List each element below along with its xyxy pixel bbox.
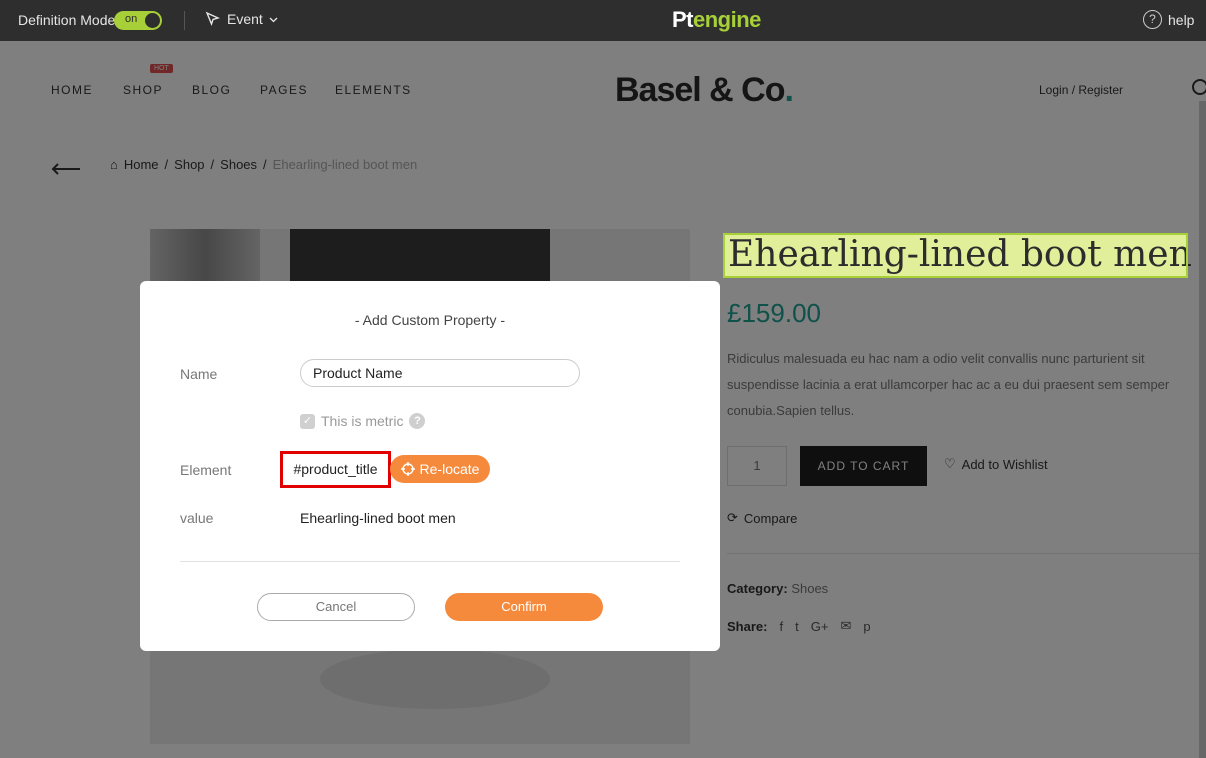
definition-mode-toggle[interactable]: on bbox=[114, 11, 162, 30]
ptengine-toolbar: Definition Mode on Event Ptengine ? help bbox=[0, 0, 1206, 41]
name-label: Name bbox=[180, 366, 218, 382]
definition-mode-label: Definition Mode bbox=[18, 12, 116, 28]
help-button[interactable]: ? help bbox=[1143, 10, 1194, 29]
property-name-input[interactable]: Product Name bbox=[300, 359, 580, 387]
help-icon: ? bbox=[1143, 10, 1162, 29]
help-label: help bbox=[1168, 11, 1195, 28]
dialog-title: - Add Custom Property - bbox=[354, 312, 506, 328]
element-label: Element bbox=[180, 462, 232, 478]
relocate-button[interactable]: Re-locate bbox=[390, 455, 490, 483]
metric-checkbox-row[interactable]: ✓ This is metric ? bbox=[300, 413, 426, 429]
chevron-down-icon bbox=[269, 17, 278, 22]
element-value: Ehearling-lined boot men bbox=[300, 510, 456, 526]
event-dropdown[interactable]: Event bbox=[205, 11, 278, 27]
crosshair-icon bbox=[400, 462, 415, 476]
metric-checkbox[interactable]: ✓ bbox=[300, 413, 315, 429]
cancel-button[interactable]: Cancel bbox=[257, 593, 415, 621]
cursor-icon bbox=[205, 11, 220, 27]
question-icon[interactable]: ? bbox=[409, 413, 426, 429]
event-label: Event bbox=[227, 11, 263, 27]
selected-element-highlight[interactable]: Ehearling-lined boot men bbox=[723, 233, 1188, 278]
confirm-button[interactable]: Confirm bbox=[445, 593, 603, 621]
toolbar-divider bbox=[184, 11, 185, 30]
toggle-state-label: on bbox=[125, 13, 138, 25]
metric-label: This is metric bbox=[321, 413, 404, 429]
ptengine-logo: Ptengine bbox=[672, 7, 761, 32]
toggle-knob bbox=[145, 13, 160, 28]
dialog-divider bbox=[180, 561, 680, 562]
value-label: value bbox=[180, 510, 214, 526]
element-selector: #product_title bbox=[280, 451, 391, 488]
add-custom-property-dialog: - Add Custom Property - Name Product Nam… bbox=[140, 281, 720, 651]
